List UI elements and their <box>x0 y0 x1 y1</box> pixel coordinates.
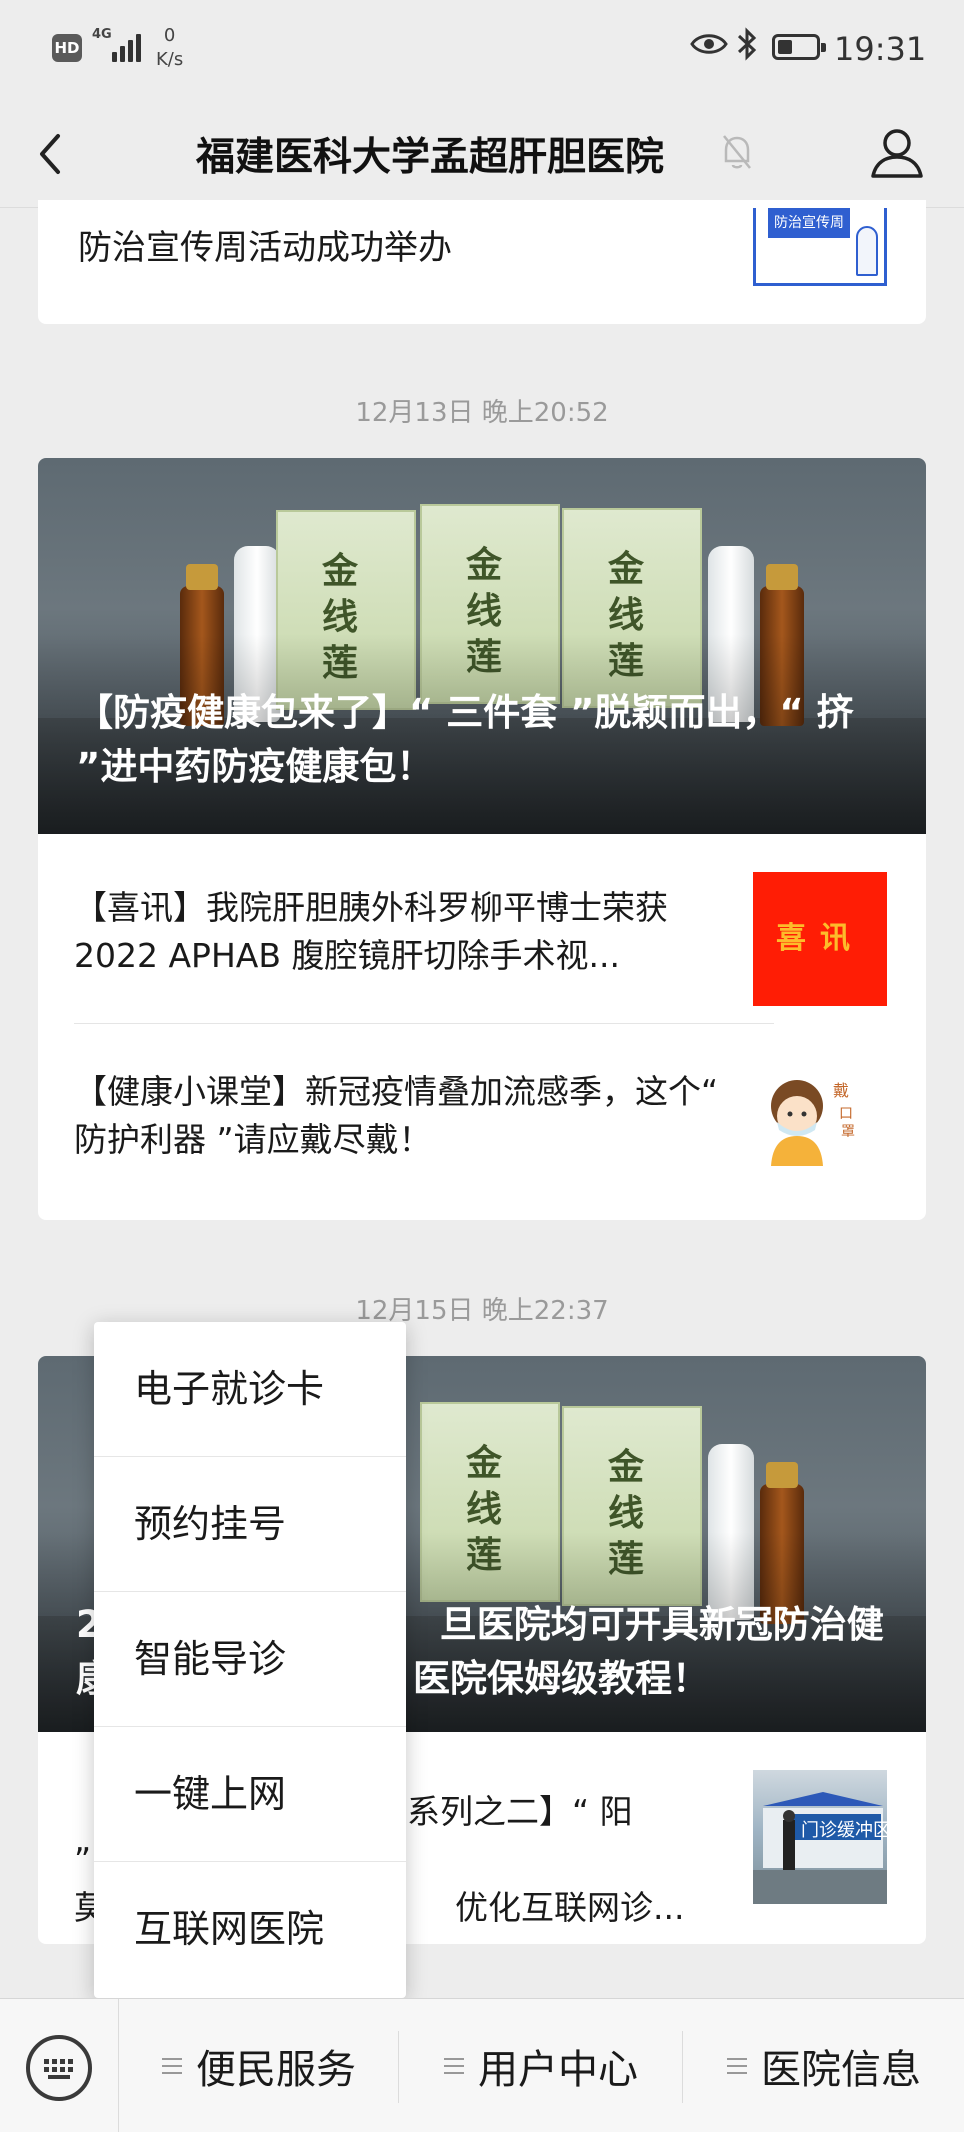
clock: 19:31 <box>834 30 927 68</box>
menu-item-internet-hospital[interactable]: 互联网医院 <box>94 1862 406 1997</box>
bottom-menu-bar: 便民服务 用户中心 医院信息 <box>0 1998 964 2132</box>
article-thumbnail: 防治宣传周 <box>753 208 887 286</box>
menu-lines-icon <box>727 2058 747 2074</box>
hero-title: 【防疫健康包来了】“ 三件套 ”脱颖而出，“ 挤 ”进中药防疫健康包！ <box>76 691 854 788</box>
article-title-part: 优化互联网诊... <box>455 1888 685 1927</box>
hd-badge: HD <box>52 34 82 62</box>
article-card-previous[interactable]: 防治宣传周活动成功举办 防治宣传周 <box>38 200 926 324</box>
tab-label: 用户中心 <box>478 2047 638 2093</box>
network-speed-unit: K/s <box>156 49 184 70</box>
tab-hospital-info[interactable]: 医院信息 <box>684 1999 964 2132</box>
tab-label: 便民服务 <box>196 2047 356 2093</box>
hero-title-part: 旦医院均可开具新冠防治健 <box>439 1603 884 1646</box>
bluetooth-icon <box>737 27 757 61</box>
divider <box>682 2031 683 2103</box>
divider <box>398 2031 399 2103</box>
eye-icon <box>690 34 728 54</box>
article-title: 【喜讯】我院肝胆胰外科罗柳平博士荣获 2022 APHAB 腹腔镜肝切除手术视.… <box>74 888 668 975</box>
article-title: 防治宣传周活动成功举办 <box>78 228 452 268</box>
doctor-figure <box>856 226 878 276</box>
tab-label: 医院信息 <box>761 2047 921 2093</box>
article-thumbnail: 喜讯 <box>753 872 887 1006</box>
tab-convenience-services[interactable]: 便民服务 <box>120 1999 398 2132</box>
battery-icon <box>772 34 826 60</box>
article-title: 【健康小课堂】新冠疫情叠加流感季，这个“ 防护利器 ”请应戴尽戴！ <box>74 1072 719 1159</box>
article-item[interactable]: 【健康小课堂】新冠疫情叠加流感季，这个“ 防护利器 ”请应戴尽戴！ 戴 口 罩 <box>38 1024 926 1214</box>
menu-item-wifi[interactable]: 一键上网 <box>94 1727 406 1862</box>
chevron-left-icon[interactable] <box>26 128 78 180</box>
cartoon-girl-icon: 戴 口 罩 <box>771 1080 855 1166</box>
divider <box>118 1999 119 2132</box>
network-speed: 0 K/s <box>156 24 183 72</box>
page-title: 福建医科大学孟超肝胆医院 <box>195 135 664 180</box>
cartoon-girl-icon: 戴 口 罩 <box>753 1056 887 1190</box>
network-speed-value: 0 <box>163 25 176 46</box>
nav-bar: 福建医科大学孟超肝胆医院 <box>0 100 964 208</box>
service-dropdown-menu: 电子就诊卡 预约挂号 智能导诊 一键上网 互联网医院 <box>94 1322 406 1998</box>
bell-off-icon <box>723 135 751 169</box>
hero-article[interactable]: 【防疫健康包来了】“ 三件套 ”脱颖而出，“ 挤 ”进中药防疫健康包！ <box>38 458 926 834</box>
hero-title-part: 医院保姆级教程！ <box>413 1657 709 1700</box>
menu-item-e-card[interactable]: 电子就诊卡 <box>94 1322 406 1457</box>
network-type: 4G <box>92 27 112 42</box>
status-bar: HD 4G 0 K/s 19:31 <box>0 0 964 100</box>
person-icon[interactable] <box>868 124 926 182</box>
message-timestamp: 12月13日 晚上20:52 <box>355 398 609 428</box>
keyboard-icon[interactable] <box>26 2035 92 2101</box>
menu-lines-icon <box>162 2058 182 2074</box>
menu-item-appointment[interactable]: 预约挂号 <box>94 1457 406 1592</box>
tab-user-center[interactable]: 用户中心 <box>400 1999 682 2132</box>
article-item[interactable]: 【喜讯】我院肝胆胰外科罗柳平博士荣获 2022 APHAB 腹腔镜肝切除手术视.… <box>38 834 926 1024</box>
svg-text:戴: 戴 <box>833 1081 849 1100</box>
menu-lines-icon <box>444 2058 464 2074</box>
thumbnail-label: 门诊缓冲区 <box>801 1820 887 1841</box>
svg-text:罩: 罩 <box>841 1124 855 1140</box>
article-group-card: 【防疫健康包来了】“ 三件套 ”脱颖而出，“ 挤 ”进中药防疫健康包！ 【喜讯】… <box>38 458 926 1220</box>
menu-item-smart-guide[interactable]: 智能导诊 <box>94 1592 406 1727</box>
keyboard-icon <box>44 2059 73 2079</box>
article-thumbnail: 门诊缓冲区 <box>753 1770 887 1904</box>
thumbnail-label: 防治宣传周 <box>768 208 850 238</box>
svg-text:口: 口 <box>839 1106 853 1122</box>
